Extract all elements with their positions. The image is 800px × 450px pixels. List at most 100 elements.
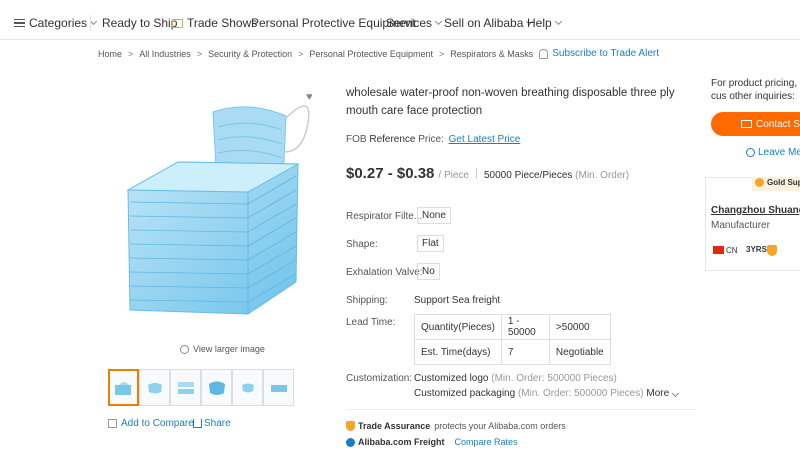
fob-suffix: Price: [418, 134, 444, 145]
thumbnail[interactable] [170, 369, 201, 406]
shape-label: Shape: [346, 239, 378, 250]
compare-rates-link[interactable]: Compare Rates [455, 437, 518, 447]
moq-quantity: 50000 Piece/Pieces [483, 170, 573, 181]
years-badge: 3YRS [746, 245, 767, 254]
table-cell: Est. Time(days) [414, 339, 502, 365]
respirator-filter-label: Respirator Filte... [346, 211, 423, 222]
verified-shield-icon [767, 245, 777, 256]
customization-packaging: Customized packaging (Min. Order: 500000… [414, 388, 680, 399]
more-link[interactable]: More [646, 388, 680, 399]
table-cell: 1 - 50000 [500, 314, 550, 340]
table-row: Quantity(Pieces) 1 - 50000 >50000 [414, 314, 611, 340]
supplier-name-link[interactable]: Changzhou Shuangma [711, 205, 800, 216]
table-cell: 7 [500, 339, 550, 365]
trade-assurance-shield-icon [346, 421, 355, 431]
contact-supplier-button[interactable]: Contact Su [711, 112, 800, 136]
country-code: CN [726, 246, 738, 255]
trade-shows-icon [172, 18, 183, 28]
shape-option[interactable]: Flat [417, 235, 444, 252]
share-label: Share [204, 418, 231, 429]
exhalation-valve-option[interactable]: No [417, 263, 440, 280]
divider [346, 409, 696, 410]
price-range: $0.27 - $0.38 [346, 165, 435, 182]
breadcrumb-all-industries[interactable]: All Industries [139, 49, 191, 59]
chevron-down-icon [89, 17, 98, 26]
shipping-label: Shipping: [346, 295, 388, 306]
breadcrumb-ppe[interactable]: Personal Protective Equipment [309, 49, 433, 59]
thumbnail[interactable] [108, 369, 139, 406]
custom-packaging-note: (Min. Order: 500000 Pieces) [517, 388, 644, 399]
product-main-image[interactable] [108, 82, 330, 322]
nav-help[interactable]: Help [527, 16, 562, 30]
custom-logo-note: (Min. Order: 500000 Pieces) [491, 373, 617, 384]
favorite-heart-icon[interactable]: ♥ [306, 91, 313, 103]
menu-icon [14, 18, 25, 28]
breadcrumb-separator: > [438, 48, 445, 59]
lead-time-label: Lead Time: [346, 317, 396, 328]
breadcrumb-respirators[interactable]: Respirators & Masks [450, 49, 533, 59]
bell-icon [539, 48, 549, 59]
trade-shows-label: Trade Shows [187, 16, 258, 30]
compare-checkbox[interactable] [108, 419, 117, 428]
fob-prefix: FOB [346, 134, 367, 145]
nav-sell-on-alibaba[interactable]: Sell on Alibaba [444, 16, 534, 30]
freight-title: Alibaba.com Freight [358, 437, 445, 447]
zoom-icon [180, 344, 189, 354]
shipping-value: Support Sea freight [414, 295, 501, 306]
trade-assurance-text: protects your Alibaba.com orders [434, 421, 566, 431]
thumbnail[interactable] [232, 369, 263, 406]
get-latest-price-link[interactable]: Get Latest Price [449, 134, 521, 145]
clock-icon [746, 148, 755, 157]
gold-text: Gold Supp [767, 178, 800, 187]
view-larger-image-link[interactable]: View larger image [180, 344, 265, 354]
table-cell: >50000 [548, 314, 611, 340]
price-row: $0.27 - $0.38 / Piece 50000 Piece/Pieces… [346, 165, 629, 182]
sell-label: Sell on Alibaba [444, 16, 524, 30]
divider [475, 168, 477, 179]
subscribe-trade-alert-link[interactable]: Subscribe to Trade Alert [539, 48, 659, 59]
table-cell: Quantity(Pieces) [414, 314, 502, 340]
lead-time-table: Quantity(Pieces) 1 - 50000 >50000 Est. T… [414, 314, 611, 365]
share-button[interactable]: Share [193, 418, 231, 429]
product-title: wholesale water-proof non-woven breathin… [346, 87, 675, 117]
breadcrumb-home[interactable]: Home [98, 49, 122, 59]
mail-icon [741, 120, 752, 128]
customization-logo: Customized logo (Min. Order: 500000 Piec… [414, 373, 617, 384]
exhalation-valve-label: Exhalation Valve: [346, 267, 423, 278]
respirator-filter-option[interactable]: None [417, 207, 451, 224]
price-unit: / Piece [438, 170, 469, 181]
table-row: Est. Time(days) 7 Negotiable [414, 339, 611, 365]
nav-ready-to-ship[interactable]: Ready to Ship [102, 16, 177, 30]
breadcrumb-separator: > [196, 48, 203, 59]
help-label: Help [527, 16, 552, 30]
thumbnail[interactable] [201, 369, 232, 406]
gold-icon [755, 178, 764, 187]
contact-label: Contact Su [756, 118, 800, 130]
top-nav: Categories Ready to Ship Trade Shows Per… [0, 8, 800, 40]
chevron-down-icon [554, 17, 562, 26]
breadcrumb-security[interactable]: Security & Protection [208, 49, 292, 59]
services-label: Services [386, 16, 433, 30]
breadcrumb: Home > All Industries > Security & Prote… [98, 48, 659, 59]
more-label: More [646, 388, 670, 399]
leave-message-label: Leave Mes [758, 147, 800, 158]
chevron-down-icon [434, 17, 443, 26]
gold-supplier-label: Gold Supp [755, 178, 800, 187]
nav-services[interactable]: Services [386, 16, 443, 30]
thumbnail[interactable] [263, 369, 294, 406]
thumbnail-strip [108, 369, 294, 406]
categories-menu[interactable]: Categories [14, 16, 98, 30]
nav-trade-shows[interactable]: Trade Shows [172, 16, 257, 30]
table-cell: Negotiable [548, 339, 611, 365]
categories-label: Categories [29, 16, 88, 30]
view-larger-label: View larger image [193, 344, 265, 354]
thumbnail[interactable] [139, 369, 170, 406]
custom-packaging-label: Customized packaging [414, 388, 516, 399]
breadcrumb-separator: > [128, 48, 134, 59]
customization-label: Customization: [346, 373, 413, 384]
add-to-compare[interactable]: Add to Compare [108, 418, 194, 429]
custom-logo-label: Customized logo [414, 373, 489, 384]
inquiry-text: For product pricing, cus other inquiries… [711, 78, 798, 102]
fob-reference-price: FOB Reference Price: Get Latest Price [346, 134, 520, 145]
leave-message-link[interactable]: Leave Mes [746, 147, 800, 158]
